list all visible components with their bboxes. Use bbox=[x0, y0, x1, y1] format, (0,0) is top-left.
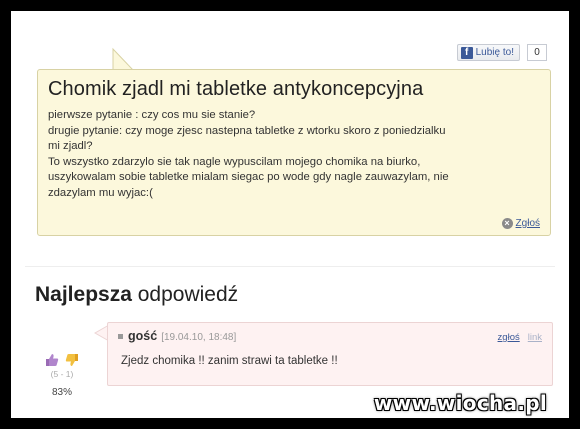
question-body: pierwsze pytanie : czy cos mu sie stanie… bbox=[48, 108, 540, 201]
vote-panel: (5 - 1) 83% bbox=[37, 353, 87, 398]
question-title: Chomik zjadl mi tabletke antykoncepcyjna bbox=[48, 78, 424, 100]
section-divider bbox=[25, 266, 555, 267]
page-frame: f Lubię to! 0 Chomik zjadl mi tabletke a… bbox=[11, 11, 569, 418]
question-line: pierwsze pytanie : czy cos mu sie stanie… bbox=[48, 109, 256, 121]
like-label: Lubię to! bbox=[475, 47, 514, 58]
question-bubble-tail bbox=[112, 47, 135, 71]
best-answer-heading: Najlepsza odpowiedź bbox=[35, 283, 238, 307]
question-report-label: Zgłoś bbox=[515, 218, 540, 229]
answer-bubble: gość [19.04.10, 18:48] zgłoś link Zjedz … bbox=[107, 322, 553, 386]
question-line: drugie pytanie: czy moge zjesc nastepna … bbox=[48, 124, 446, 137]
like-widget: f Lubię to! 0 bbox=[456, 44, 547, 61]
best-answer-heading-rest: odpowiedź bbox=[131, 283, 239, 306]
close-circle-icon: × bbox=[501, 218, 513, 229]
question-line: mi zjadl? bbox=[48, 140, 93, 152]
question-line: zdazylam mu wyjac:( bbox=[48, 186, 153, 199]
vote-percent: 83% bbox=[51, 387, 72, 398]
question-line: uszykowalam sobie tabletke mialam siegac… bbox=[48, 171, 449, 183]
bullet-icon bbox=[118, 334, 123, 339]
question-line: To wszystko zdarzylo sie tak nagle wypus… bbox=[48, 155, 421, 168]
like-count: 0 bbox=[527, 44, 547, 61]
answer-author: gość bbox=[128, 329, 158, 343]
vote-score: (5 - 1) bbox=[50, 369, 74, 379]
best-answer-heading-bold: Najlepsza bbox=[35, 283, 132, 306]
answer-text: Zjedz chomika !! zanim strawi ta tabletk… bbox=[121, 355, 338, 367]
thumbs-up-icon[interactable] bbox=[45, 353, 59, 367]
facebook-icon: f bbox=[460, 46, 473, 59]
vote-thumbs bbox=[37, 353, 87, 367]
answer-permalink[interactable]: link bbox=[528, 332, 542, 343]
question-bubble: Chomik zjadl mi tabletke antykoncepcyjna… bbox=[37, 69, 551, 236]
like-button[interactable]: f Lubię to! bbox=[456, 44, 520, 61]
answer-date: [19.04.10, 18:48] bbox=[161, 332, 237, 343]
question-report-link[interactable]: × Zgłoś bbox=[501, 218, 540, 229]
answer-report-link[interactable]: zgłoś bbox=[498, 332, 520, 343]
answer-links: zgłoś link bbox=[498, 332, 542, 343]
site-watermark: www.wiocha.pl bbox=[373, 391, 547, 415]
answer-header: gość [19.04.10, 18:48] zgłoś link bbox=[118, 329, 542, 343]
thumbs-down-icon[interactable] bbox=[65, 353, 79, 367]
